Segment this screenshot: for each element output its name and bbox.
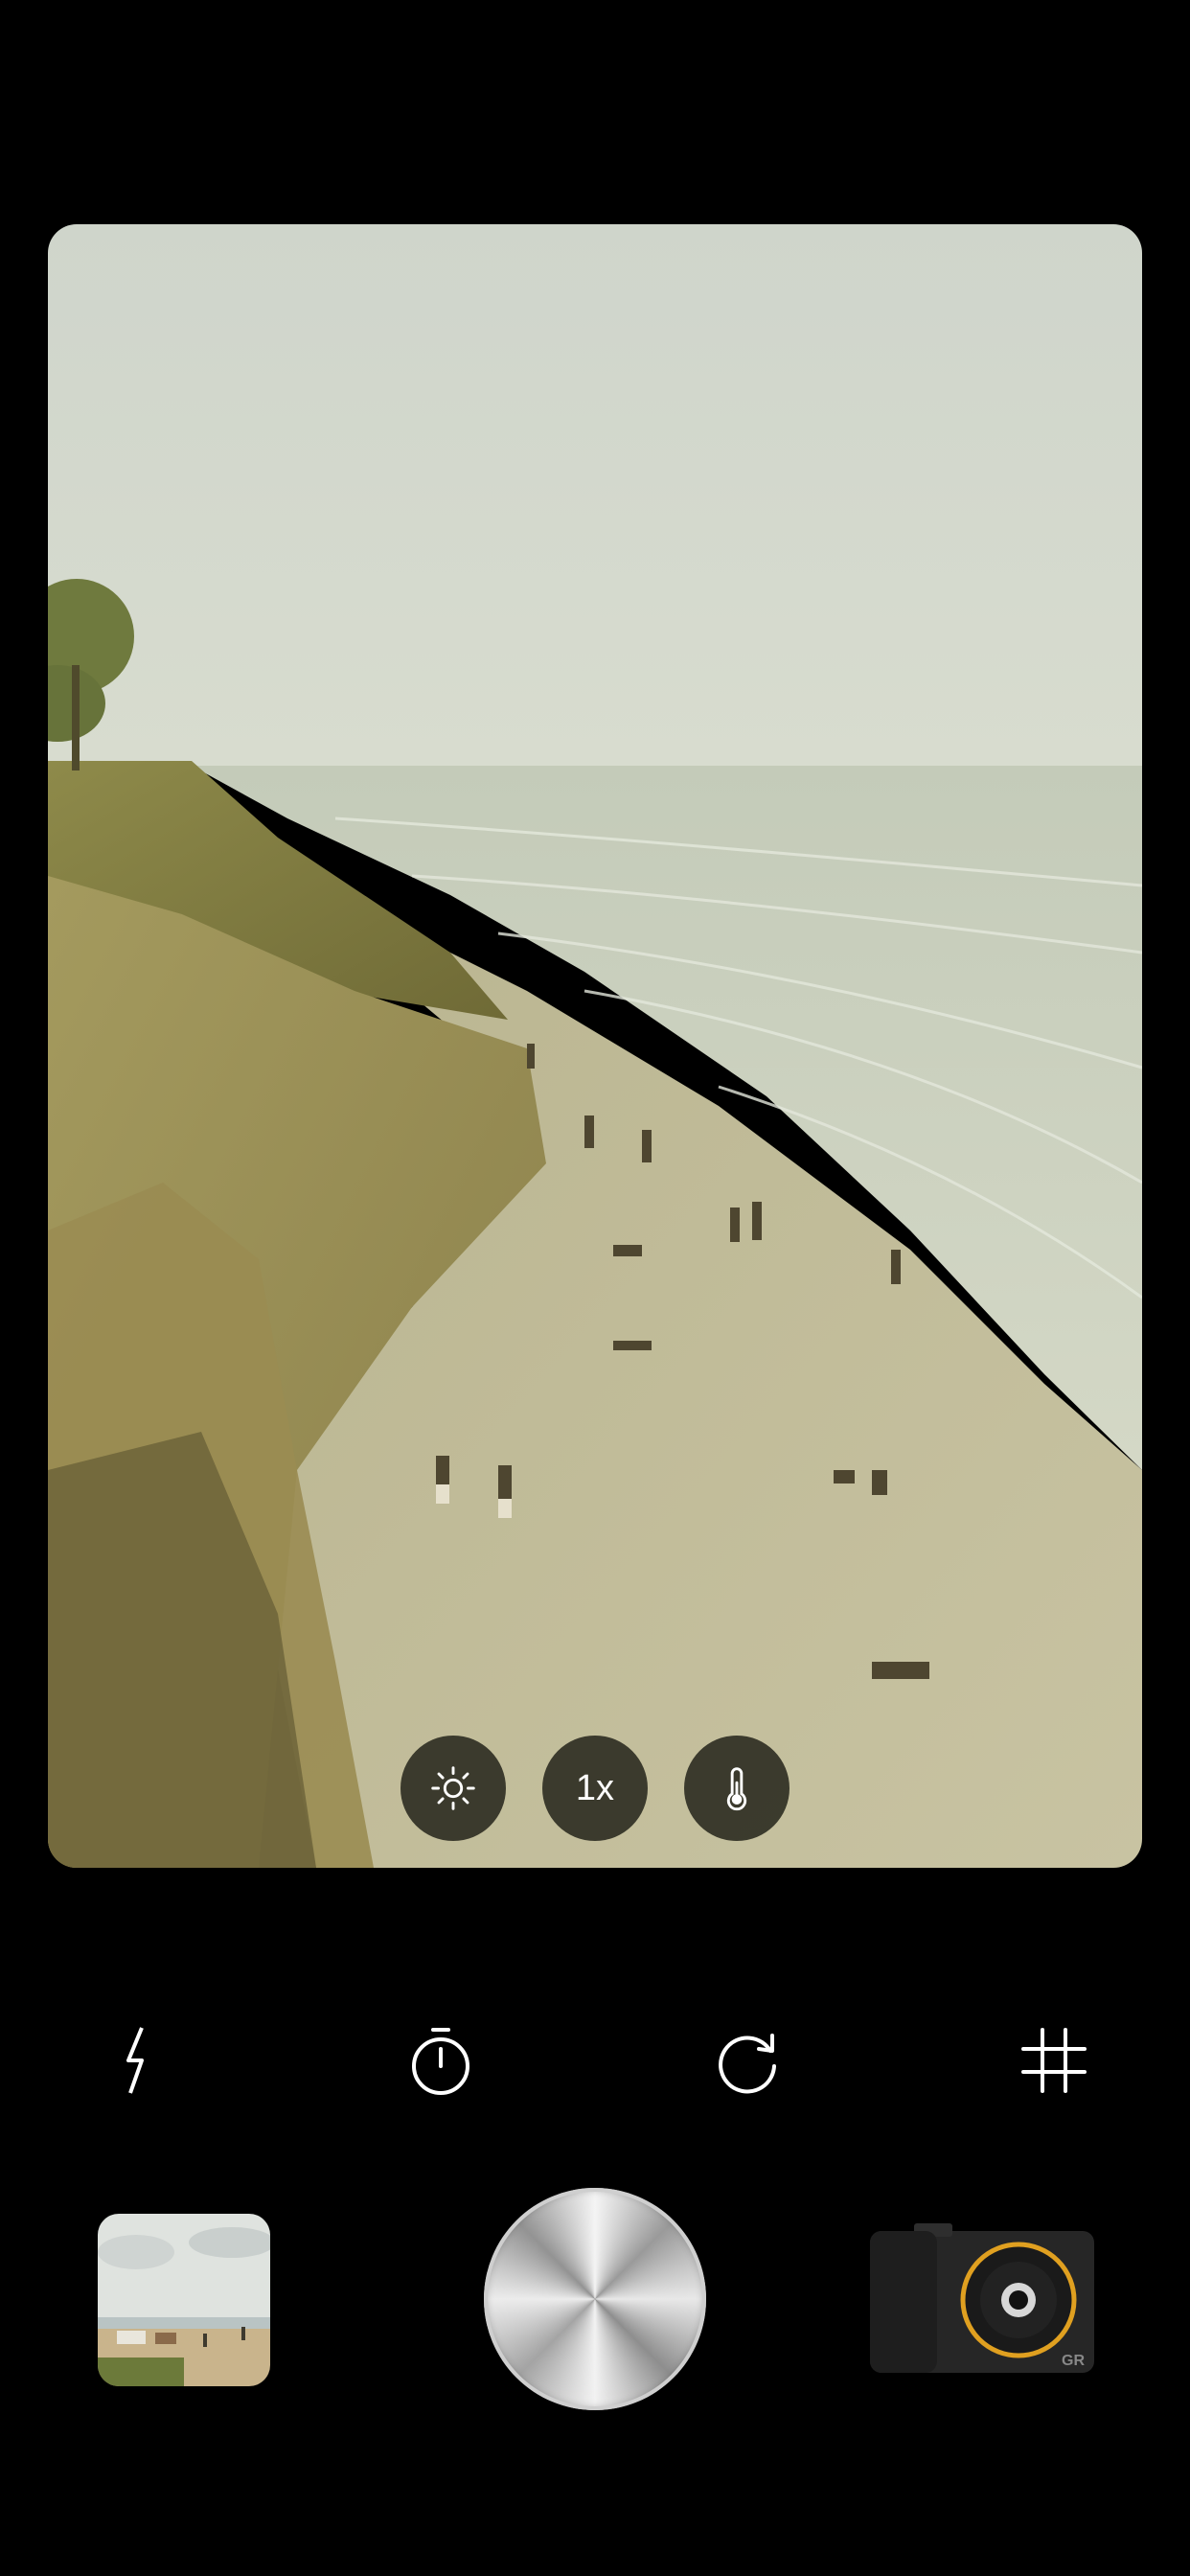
rotate-icon — [719, 2034, 776, 2094]
compact-camera-icon: GR — [870, 2223, 1094, 2373]
beach-photo-thumbnail — [98, 2214, 270, 2386]
shutter-button[interactable] — [484, 2188, 706, 2410]
exposure-button[interactable] — [400, 1736, 506, 1841]
camera-viewfinder[interactable]: 1x — [48, 224, 1142, 1868]
gallery-thumbnail[interactable] — [98, 2214, 270, 2386]
camera-model-button[interactable]: GR — [870, 2223, 1094, 2380]
white-balance-button[interactable] — [684, 1736, 790, 1841]
timer-icon — [412, 2028, 469, 2095]
flash-button[interactable] — [88, 2012, 184, 2108]
grid-icon — [1021, 2028, 1087, 2093]
zoom-label: 1x — [575, 1767, 615, 1808]
zoom-button[interactable]: 1x — [542, 1736, 648, 1841]
flip-camera-button[interactable] — [699, 2012, 795, 2108]
camera-badge: GR — [1062, 2353, 1085, 2369]
grid-button[interactable] — [1006, 2012, 1102, 2108]
bottom-row: GR — [0, 2185, 1190, 2415]
lightning-bolt-icon — [126, 2027, 144, 2094]
timer-button[interactable] — [393, 2012, 489, 2108]
tool-row — [0, 2012, 1190, 2108]
viewfinder-scene — [48, 224, 1142, 1868]
sun-icon — [431, 1766, 475, 1810]
thermometer-icon — [726, 1767, 747, 1811]
quick-controls: 1x — [48, 1736, 1142, 1841]
